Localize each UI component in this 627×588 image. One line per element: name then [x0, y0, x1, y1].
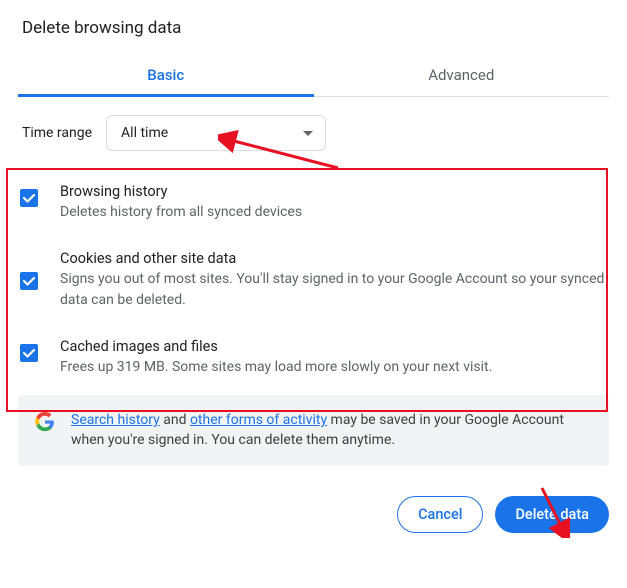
google-g-icon: [35, 412, 55, 432]
tab-basic[interactable]: Basic: [18, 56, 314, 96]
link-other-activity[interactable]: other forms of activity: [190, 412, 327, 428]
option-title: Cookies and other site data: [60, 250, 609, 267]
checkmark-icon: [22, 274, 36, 288]
option-desc: Frees up 319 MB. Some sites may load mor…: [60, 357, 609, 377]
cancel-button[interactable]: Cancel: [397, 496, 483, 533]
google-account-info: Search history and other forms of activi…: [18, 395, 609, 466]
delete-browsing-data-dialog: Delete browsing data Basic Advanced Time…: [0, 0, 627, 555]
option-cookies: Cookies and other site data Signs you ou…: [20, 236, 609, 324]
dialog-title: Delete browsing data: [22, 18, 609, 38]
option-desc: Deletes history from all synced devices: [60, 202, 609, 222]
tab-advanced[interactable]: Advanced: [314, 56, 610, 96]
checkbox-browsing-history[interactable]: [20, 189, 38, 207]
delete-data-button[interactable]: Delete data: [495, 496, 609, 533]
info-text: Search history and other forms of activi…: [71, 410, 592, 451]
checkmark-icon: [22, 346, 36, 360]
caret-down-icon: [303, 125, 313, 141]
dialog-actions: Cancel Delete data: [18, 496, 609, 533]
time-range-label: Time range: [22, 125, 92, 141]
tab-basic-label: Basic: [147, 66, 184, 84]
time-range-value: All time: [121, 125, 168, 141]
time-range-select[interactable]: All time: [106, 115, 326, 151]
checkbox-cache[interactable]: [20, 344, 38, 362]
checkbox-cookies[interactable]: [20, 272, 38, 290]
option-title: Browsing history: [60, 183, 609, 200]
link-search-history[interactable]: Search history: [71, 412, 160, 428]
tabs: Basic Advanced: [18, 56, 609, 97]
tab-advanced-label: Advanced: [428, 66, 494, 84]
option-desc: Signs you out of most sites. You'll stay…: [60, 269, 609, 310]
option-browsing-history: Browsing history Deletes history from al…: [20, 169, 609, 236]
option-cache: Cached images and files Frees up 319 MB.…: [20, 324, 609, 391]
options-list: Browsing history Deletes history from al…: [18, 169, 609, 391]
checkmark-icon: [22, 191, 36, 205]
option-title: Cached images and files: [60, 338, 609, 355]
time-range-row: Time range All time: [22, 115, 609, 151]
